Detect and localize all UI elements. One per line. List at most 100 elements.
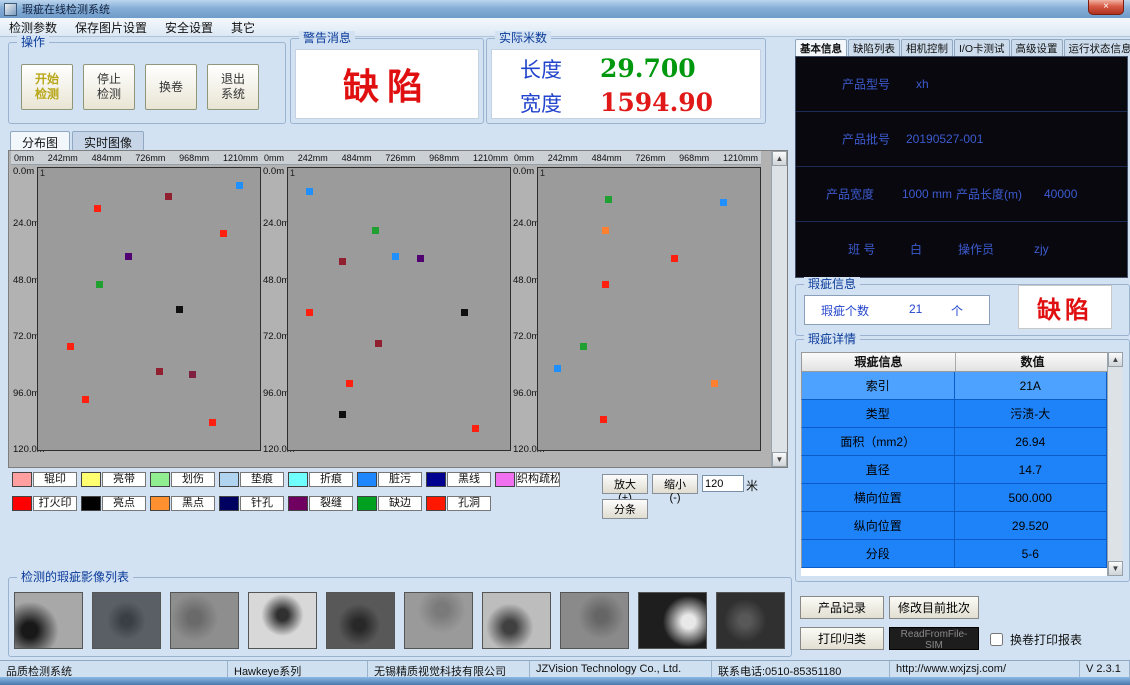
defect-point[interactable] — [306, 309, 313, 316]
defect-thumbnail[interactable] — [326, 592, 395, 649]
read-from-file-button[interactable]: ReadFromFile-SIM — [889, 627, 979, 650]
plot-area[interactable]: 1 — [537, 167, 761, 451]
product-length-value: 40000 — [1044, 187, 1077, 201]
y-tick-label: 72.0m — [513, 331, 539, 342]
detail-row[interactable]: 面积（mm2）26.94 — [801, 428, 1107, 456]
defect-point[interactable] — [220, 230, 227, 237]
defect-point[interactable] — [236, 182, 243, 189]
defect-point[interactable] — [720, 199, 727, 206]
statusbar-segment: V 2.3.1 — [1080, 661, 1130, 677]
defect-point[interactable] — [94, 205, 101, 212]
defect-point[interactable] — [67, 343, 74, 350]
menu-item[interactable]: 其它 — [222, 19, 264, 36]
zoom-out-button[interactable]: 缩小(-) — [652, 474, 698, 494]
exit-system-button[interactable]: 退出系统 — [207, 64, 259, 110]
defect-point[interactable] — [339, 411, 346, 418]
defect-thumbnail[interactable] — [248, 592, 317, 649]
tab-camera-control[interactable]: 相机控制 — [901, 39, 953, 56]
scroll-up-icon[interactable]: ▲ — [1108, 352, 1123, 367]
stop-detect-button[interactable]: 停止检测 — [83, 64, 135, 110]
defect-point[interactable] — [417, 255, 424, 262]
defect-thumbnail[interactable] — [638, 592, 707, 649]
defect-thumbnail[interactable] — [14, 592, 83, 649]
defect-thumbnail[interactable] — [92, 592, 161, 649]
legend-label: 黑点 — [171, 496, 215, 511]
defect-point[interactable] — [461, 309, 468, 316]
legend-item: 折痕 — [288, 472, 353, 487]
tab-realtime-image[interactable]: 实时图像 — [72, 131, 144, 150]
defect-point[interactable] — [156, 368, 163, 375]
window-title: 瑕疵在线检测系统 — [22, 1, 110, 17]
legend-color-swatch — [426, 472, 446, 487]
defect-point[interactable] — [375, 340, 382, 347]
length-value: 29.700 — [600, 54, 696, 83]
title-bar[interactable]: 瑕疵在线检测系统 × — [0, 0, 1130, 18]
plot-area[interactable]: 1 — [287, 167, 511, 451]
menu-item[interactable]: 检测参数 — [0, 19, 66, 36]
product-record-button[interactable]: 产品记录 — [800, 596, 884, 619]
tab-run-status[interactable]: 运行状态信息 — [1064, 39, 1130, 56]
detail-row[interactable]: 索引21A — [801, 372, 1107, 400]
product-info-panel: 产品型号 xh 产品批号 20190527-001 产品宽度 1000 mm 产… — [795, 56, 1128, 278]
print-classify-button[interactable]: 打印归类 — [800, 627, 884, 650]
meters-groupbox: 实际米数 长度 29.700 宽度 1594.90 — [486, 38, 766, 124]
defect-point[interactable] — [602, 227, 609, 234]
zoom-in-button[interactable]: 放大(+) — [602, 474, 648, 494]
defect-point[interactable] — [339, 258, 346, 265]
detail-row[interactable]: 纵向位置29.520 — [801, 512, 1107, 540]
defect-point[interactable] — [472, 425, 479, 432]
defect-point[interactable] — [189, 371, 196, 378]
defect-point[interactable] — [209, 419, 216, 426]
defect-thumbnail[interactable] — [482, 592, 551, 649]
tab-defect-list[interactable]: 缺陷列表 — [848, 39, 900, 56]
defect-point[interactable] — [306, 188, 313, 195]
plot-scrollbar[interactable]: ▲ ▼ — [771, 151, 787, 467]
tab-advanced-settings[interactable]: 高级设置 — [1011, 39, 1063, 56]
defect-point[interactable] — [580, 343, 587, 350]
modify-batch-button[interactable]: 修改目前批次 — [889, 596, 979, 619]
defect-alert-box: 缺陷 — [1018, 285, 1112, 329]
defect-point[interactable] — [346, 380, 353, 387]
defect-point[interactable] — [602, 281, 609, 288]
close-button[interactable]: × — [1088, 0, 1124, 15]
length-scale-input[interactable] — [702, 475, 744, 492]
table-scrollbar[interactable]: ▲ ▼ — [1107, 352, 1123, 576]
defect-thumbnail[interactable] — [560, 592, 629, 649]
menu-item[interactable]: 保存图片设置 — [66, 19, 156, 36]
plot-ruler: 0mm242mm484mm726mm968mm1210mm — [261, 151, 511, 165]
defect-thumbnail[interactable] — [716, 592, 785, 649]
tab-basic-info[interactable]: 基本信息 — [795, 39, 847, 56]
defect-thumbnail[interactable] — [170, 592, 239, 649]
y-tick-label: 72.0m — [13, 331, 39, 342]
defect-point[interactable] — [165, 193, 172, 200]
defect-point[interactable] — [96, 281, 103, 288]
scroll-down-icon[interactable]: ▼ — [772, 452, 787, 467]
defect-point[interactable] — [176, 306, 183, 313]
menu-item[interactable]: 安全设置 — [156, 19, 222, 36]
defect-point[interactable] — [372, 227, 379, 234]
defect-thumbnail[interactable] — [404, 592, 473, 649]
split-strip-button[interactable]: 分条 — [602, 499, 648, 519]
detail-row[interactable]: 分段5-6 — [801, 540, 1107, 568]
y-tick-label: 96.0m — [13, 388, 39, 399]
defect-point[interactable] — [671, 255, 678, 262]
scroll-down-icon[interactable]: ▼ — [1108, 561, 1123, 576]
detail-row[interactable]: 直径14.7 — [801, 456, 1107, 484]
print-report-checkbox[interactable] — [990, 633, 1003, 646]
defect-point[interactable] — [605, 196, 612, 203]
detail-row[interactable]: 类型污渍-大 — [801, 400, 1107, 428]
defect-point[interactable] — [711, 380, 718, 387]
start-detect-button[interactable]: 开始检测 — [21, 64, 73, 110]
defect-point[interactable] — [82, 396, 89, 403]
defect-point[interactable] — [392, 253, 399, 260]
defect-point[interactable] — [125, 253, 132, 260]
tab-distribution-map[interactable]: 分布图 — [10, 131, 70, 150]
plot-area[interactable]: 1 — [37, 167, 261, 451]
detail-row[interactable]: 横向位置500.000 — [801, 484, 1107, 512]
change-roll-button[interactable]: 换卷 — [145, 64, 197, 110]
defect-detail-groupbox: 瑕疵详情 瑕疵信息 数值 索引21A类型污渍-大面积（mm2）26.94直径14… — [795, 339, 1130, 582]
defect-point[interactable] — [600, 416, 607, 423]
scroll-up-icon[interactable]: ▲ — [772, 151, 787, 166]
defect-point[interactable] — [554, 365, 561, 372]
tab-io-card-test[interactable]: I/O卡测试 — [954, 39, 1010, 56]
